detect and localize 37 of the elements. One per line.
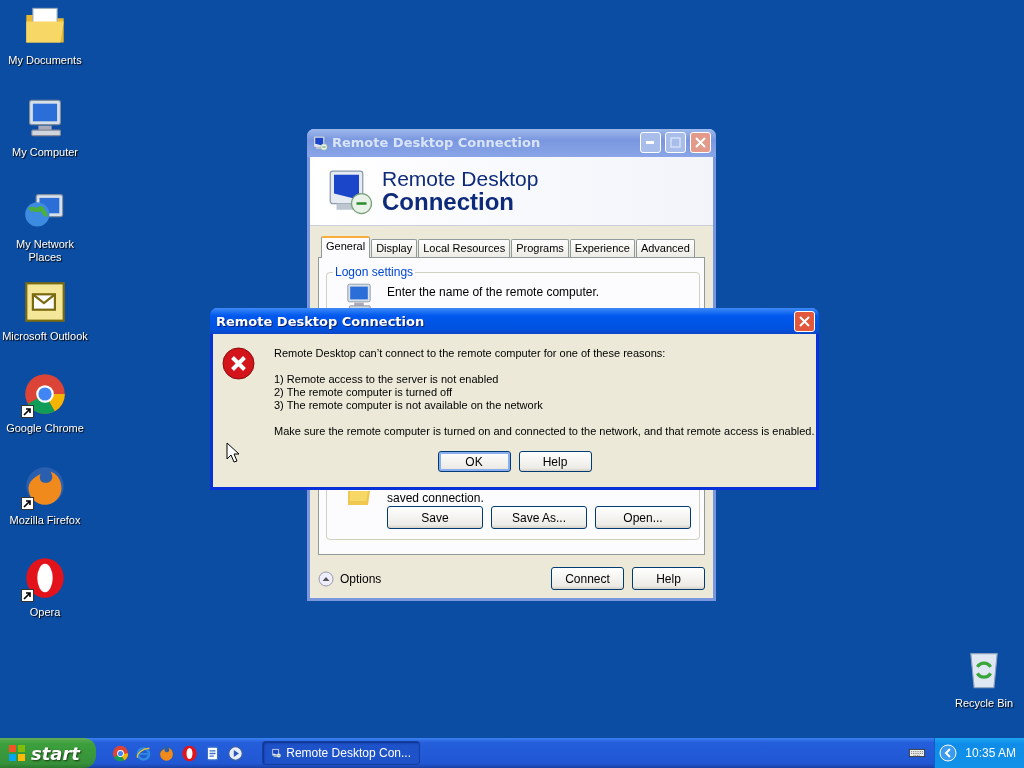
- dialog-button[interactable]: Connect: [551, 567, 624, 590]
- reason-text: 2) The remote computer is turned off: [274, 386, 454, 399]
- icon-label[interactable]: My Documents: [1, 54, 89, 67]
- taskbar-button[interactable]: Remote Desktop Con...: [262, 741, 420, 765]
- tab[interactable]: Display: [371, 239, 418, 257]
- tab[interactable]: Programs: [511, 239, 569, 257]
- dialog-button[interactable]: Help: [518, 451, 592, 472]
- clock: 10:35 AM: [965, 746, 1016, 760]
- dialog-button[interactable]: Save As...: [491, 506, 587, 529]
- banner-title: Connection: [382, 189, 514, 214]
- advice-text: Make sure the remote computer is turned on and connected to the network, and that remote access is enabled.: [274, 425, 815, 438]
- window-title: Remote Desktop Connection: [332, 135, 542, 151]
- icon-label[interactable]: Opera: [1, 606, 89, 619]
- tab[interactable]: Experience: [569, 239, 635, 257]
- icon-label[interactable]: My Network Places: [1, 238, 89, 264]
- dialog-button[interactable]: Save: [387, 506, 483, 529]
- reason-text: 1) Remote access to the server is not enabled: [274, 373, 500, 386]
- group-title: Logon settings: [333, 265, 416, 279]
- message-text: Remote Desktop can’t connect to the remote computer for one of these reasons:: [274, 347, 667, 360]
- icon-label[interactable]: Microsoft Outlook: [1, 330, 89, 343]
- dialog-title: Remote Desktop Connection: [216, 313, 426, 329]
- icon-label[interactable]: My Computer: [1, 146, 89, 159]
- icon-label[interactable]: Recycle Bin: [940, 697, 1024, 710]
- tab[interactable]: General: [321, 236, 371, 258]
- dialog-button[interactable]: Open...: [595, 506, 691, 529]
- tab[interactable]: Local Resources: [418, 239, 511, 257]
- banner-title: Remote Desktop: [382, 167, 539, 190]
- instruction-text: Enter the name of the remote computer.: [387, 284, 600, 299]
- reason-text: 3) The remote computer is not available on the network: [274, 399, 544, 412]
- icon-label[interactable]: Mozilla Firefox: [1, 514, 89, 527]
- icon-label[interactable]: Google Chrome: [1, 422, 89, 435]
- tab[interactable]: Advanced: [635, 239, 695, 257]
- dialog-button[interactable]: Help: [632, 567, 705, 590]
- dialog-button[interactable]: OK: [437, 451, 511, 472]
- options-button[interactable]: Options: [318, 570, 382, 587]
- start-button[interactable]: start: [0, 738, 96, 768]
- save-text: saved connection.: [387, 491, 484, 505]
